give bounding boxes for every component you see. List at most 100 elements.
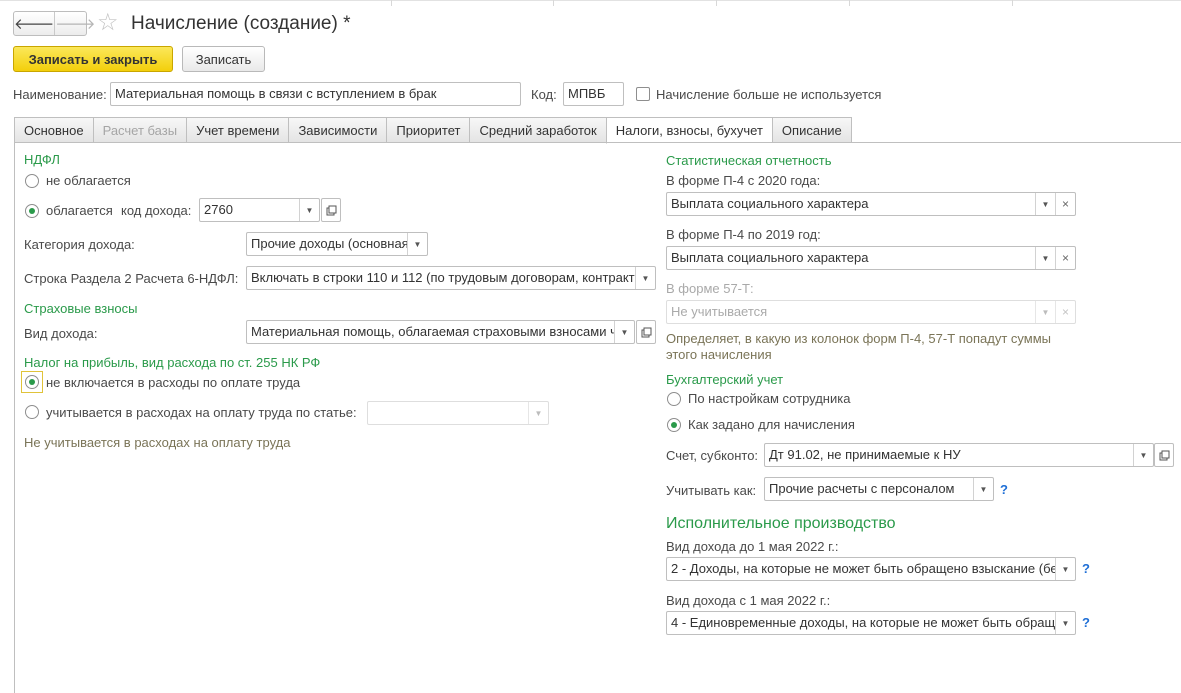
enforcement-heading: Исполнительное производство bbox=[666, 515, 896, 532]
stats-heading: Статистическая отчетность bbox=[666, 153, 832, 168]
forward-arrow-icon[interactable]: 🡒 bbox=[54, 12, 95, 35]
tab-priority[interactable]: Приоритет bbox=[386, 117, 470, 143]
profit-article-select[interactable]: ▼ bbox=[367, 401, 549, 425]
unused-checkbox[interactable] bbox=[636, 87, 650, 101]
account-value: Дт 91.02, не принимаемые к НУ bbox=[769, 447, 961, 462]
after-value: 4 - Единовременные доходы, на которые не… bbox=[671, 615, 1055, 630]
after-label: Вид дохода с 1 мая 2022 г.: bbox=[666, 593, 831, 608]
tab-panel-border bbox=[14, 142, 1181, 143]
profit-included-label: учитывается в расходах на оплату труда п… bbox=[46, 405, 357, 420]
unused-label: Начисление больше не используется bbox=[656, 87, 882, 102]
profit-tax-heading: Налог на прибыль, вид расхода по ст. 255… bbox=[24, 355, 321, 370]
name-input[interactable]: Материальная помощь в связи с вступление… bbox=[110, 82, 521, 106]
help-icon[interactable]: ? bbox=[1082, 561, 1090, 577]
tab-bar: Основное Расчет базы Учет времени Зависи… bbox=[14, 117, 852, 144]
as-accrual-radio[interactable] bbox=[667, 418, 681, 432]
insurance-heading: Страховые взносы bbox=[24, 301, 138, 316]
dropdown-icon[interactable]: ▼ bbox=[614, 321, 634, 343]
f57-label: В форме 57-Т: bbox=[666, 281, 754, 296]
dropdown-icon[interactable]: ▼ bbox=[1035, 193, 1055, 215]
f57-select[interactable]: Не учитывается ▼ × bbox=[666, 300, 1076, 324]
clear-icon[interactable]: × bbox=[1055, 193, 1075, 215]
p4-2019-select[interactable]: Выплата социального характера ▼ × bbox=[666, 246, 1076, 270]
consider-label: Учитывать как: bbox=[666, 483, 757, 498]
insurance-kind-value: Материальная помощь, облагаемая страховы… bbox=[251, 324, 614, 339]
p4-2019-label: В форме П-4 по 2019 год: bbox=[666, 227, 821, 242]
save-and-close-button[interactable]: Записать и закрыть bbox=[13, 46, 173, 72]
open-icon[interactable] bbox=[636, 320, 656, 344]
as-accrual-label: Как задано для начисления bbox=[688, 417, 855, 432]
dropdown-icon[interactable]: ▼ bbox=[635, 267, 655, 289]
dropdown-icon[interactable]: ▼ bbox=[407, 233, 427, 255]
account-label: Счет, субконто: bbox=[666, 448, 759, 463]
name-value: Материальная помощь в связи с вступление… bbox=[115, 86, 437, 101]
code-label: Код: bbox=[531, 87, 557, 102]
save-button[interactable]: Записать bbox=[182, 46, 265, 72]
stats-note-line2: этого начисления bbox=[666, 347, 772, 362]
star-icon[interactable]: ☆ bbox=[97, 9, 119, 37]
before-value: 2 - Доходы, на которые не может быть обр… bbox=[671, 561, 1055, 576]
open-icon[interactable] bbox=[1154, 443, 1174, 467]
dropdown-icon[interactable]: ▼ bbox=[1035, 247, 1055, 269]
before-label: Вид дохода до 1 мая 2022 г.: bbox=[666, 539, 839, 554]
consider-value: Прочие расчеты с персоналом bbox=[769, 481, 955, 496]
p4-2020-select[interactable]: Выплата социального характера ▼ × bbox=[666, 192, 1076, 216]
before-select[interactable]: 2 - Доходы, на которые не может быть обр… bbox=[666, 557, 1076, 581]
profit-not-included-label: не включается в расходы по оплате труда bbox=[46, 375, 301, 390]
tab-dependencies[interactable]: Зависимости bbox=[288, 117, 387, 143]
p4-2020-value: Выплата социального характера bbox=[671, 196, 869, 211]
profit-note: Не учитывается в расходах на оплату труд… bbox=[24, 435, 291, 450]
income-category-label: Категория дохода: bbox=[24, 237, 135, 252]
stats-note-line1: Определяет, в какую из колонок форм П-4,… bbox=[666, 331, 1052, 346]
tab-time-tracking[interactable]: Учет времени bbox=[186, 117, 289, 143]
ndfl-row-value: Включать в строки 110 и 112 (по трудовым… bbox=[251, 270, 635, 285]
ndfl-row-label: Строка Раздела 2 Расчета 6-НДФЛ: bbox=[24, 271, 239, 286]
dropdown-icon[interactable]: ▼ bbox=[1055, 612, 1075, 634]
p4-2020-label: В форме П-4 с 2020 года: bbox=[666, 173, 821, 188]
tab-average-earnings[interactable]: Средний заработок bbox=[469, 117, 606, 143]
tab-main[interactable]: Основное bbox=[14, 117, 93, 143]
ndfl-not-taxed-radio[interactable] bbox=[25, 174, 39, 188]
dropdown-icon[interactable]: ▼ bbox=[1035, 301, 1055, 323]
help-icon[interactable]: ? bbox=[1082, 615, 1090, 631]
dropdown-icon[interactable]: ▼ bbox=[1133, 444, 1153, 466]
page-title: Начисление (создание) * bbox=[131, 13, 351, 34]
navigation-buttons: 🡐 🡒 bbox=[13, 11, 95, 36]
open-icon[interactable] bbox=[321, 198, 341, 222]
name-label: Наименование: bbox=[13, 87, 107, 102]
back-arrow-icon[interactable]: 🡐 bbox=[14, 12, 54, 35]
f57-value: Не учитывается bbox=[671, 304, 768, 319]
by-employee-radio[interactable] bbox=[667, 392, 681, 406]
consider-select[interactable]: Прочие расчеты с персоналом ▼ bbox=[764, 477, 994, 501]
income-category-value: Прочие доходы (основная bbox=[251, 236, 407, 251]
p4-2019-value: Выплата социального характера bbox=[671, 250, 869, 265]
tab-base-calc[interactable]: Расчет базы bbox=[92, 117, 187, 143]
ndfl-not-taxed-label: не облагается bbox=[46, 173, 131, 188]
clear-icon[interactable]: × bbox=[1055, 301, 1075, 323]
code-value: МПВБ bbox=[568, 86, 606, 101]
dropdown-icon[interactable]: ▼ bbox=[528, 402, 548, 424]
profit-included-radio[interactable] bbox=[25, 405, 39, 419]
clear-icon[interactable]: × bbox=[1055, 247, 1075, 269]
income-category-select[interactable]: Прочие доходы (основная ▼ bbox=[246, 232, 428, 256]
ndfl-taxed-label: облагается bbox=[46, 203, 113, 218]
ndfl-taxed-radio[interactable] bbox=[25, 204, 39, 218]
insurance-kind-select[interactable]: Материальная помощь, облагаемая страховы… bbox=[246, 320, 635, 344]
dropdown-icon[interactable]: ▼ bbox=[299, 199, 319, 221]
by-employee-label: По настройкам сотрудника bbox=[688, 391, 851, 406]
code-input[interactable]: МПВБ bbox=[563, 82, 624, 106]
account-select[interactable]: Дт 91.02, не принимаемые к НУ ▼ bbox=[764, 443, 1154, 467]
income-code-select[interactable]: 2760 ▼ bbox=[199, 198, 320, 222]
dropdown-icon[interactable]: ▼ bbox=[1055, 558, 1075, 580]
ndfl-row-select[interactable]: Включать в строки 110 и 112 (по трудовым… bbox=[246, 266, 656, 290]
insurance-kind-label: Вид дохода: bbox=[24, 326, 98, 341]
after-select[interactable]: 4 - Единовременные доходы, на которые не… bbox=[666, 611, 1076, 635]
help-icon[interactable]: ? bbox=[1000, 482, 1008, 498]
dropdown-icon[interactable]: ▼ bbox=[973, 478, 993, 500]
window-top-border bbox=[0, 0, 1181, 6]
tab-description[interactable]: Описание bbox=[771, 117, 852, 143]
income-code-label: код дохода: bbox=[121, 203, 192, 218]
ndfl-heading: НДФЛ bbox=[24, 152, 60, 167]
profit-not-included-radio[interactable] bbox=[25, 375, 39, 389]
tab-taxes[interactable]: Налоги, взносы, бухучет bbox=[605, 117, 772, 144]
